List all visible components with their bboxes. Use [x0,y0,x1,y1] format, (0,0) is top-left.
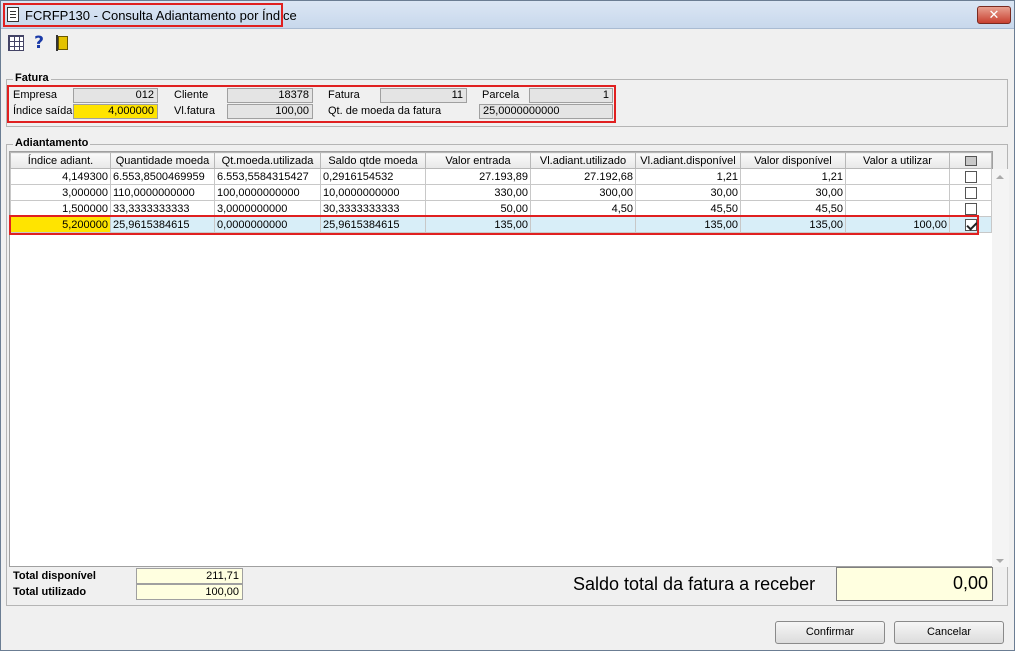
select-all-checkbox[interactable] [964,155,977,166]
table-cell[interactable]: 45,50 [740,200,846,217]
confirm-button[interactable]: Confirmar [775,621,885,644]
table-cell[interactable]: 135,00 [740,216,846,233]
vl-fatura-field[interactable]: 100,00 [227,104,313,119]
exit-door-icon[interactable] [56,35,72,51]
col-header[interactable]: Vl.adiant.utilizado [530,152,636,169]
empresa-label: Empresa [13,89,58,101]
fatura-group-label: Fatura [13,72,51,84]
col-header[interactable]: Valor entrada [425,152,531,169]
table-cell[interactable]: 30,00 [740,184,846,201]
table-cell[interactable]: 10,0000000000 [320,184,426,201]
table-cell[interactable]: 3,000000 [10,184,111,201]
table-cell[interactable]: 135,00 [425,216,531,233]
row-checkbox[interactable] [964,186,977,199]
table-cell[interactable]: 3,0000000000 [214,200,321,217]
table-cell[interactable]: 100,00 [845,216,950,233]
qt-moeda-label: Qt. de moeda da fatura [328,105,442,117]
table-cell[interactable] [845,168,950,185]
saldo-label: Saldo total da fatura a receber [573,574,816,594]
table-cell[interactable]: 27.192,68 [530,168,636,185]
grid-icon[interactable] [8,35,24,51]
table-cell[interactable]: 300,00 [530,184,636,201]
select-all-header[interactable] [949,152,992,169]
col-header[interactable]: Qt.moeda.utilizada [214,152,321,169]
empresa-field[interactable]: 012 [73,88,158,103]
total-disponivel-label: Total disponível [13,570,96,582]
total-disponivel-field: 211,71 [136,568,243,584]
table-header-row: Índice adiant. Quantidade moeda Qt.moeda… [10,152,992,169]
table-cell[interactable]: 1,21 [635,168,741,185]
table-cell[interactable]: 4,149300 [10,168,111,185]
table-cell[interactable]: 0,2916154532 [320,168,426,185]
table-cell[interactable]: 6.553,8500469959 [110,168,215,185]
table-row[interactable]: 5,200000 25,9615384615 0,0000000000 25,9615… [10,216,992,233]
table-cell[interactable]: 30,3333333333 [320,200,426,217]
cliente-field[interactable]: 18378 [227,88,313,103]
adiantamento-group-label: Adiantamento [13,137,91,149]
table-cell[interactable] [845,184,950,201]
table-cell[interactable]: 6.553,5584315427 [214,168,321,185]
row-select-cell[interactable] [949,216,992,233]
fatura-label: Fatura [328,89,360,101]
table-cell[interactable]: 25,9615384615 [110,216,215,233]
saldo-field: 0,00 [836,567,993,601]
table-cell[interactable]: 110,0000000000 [110,184,215,201]
row-select-cell[interactable] [949,184,992,201]
fatura-group: Fatura [6,72,1008,127]
table-cell[interactable] [530,216,636,233]
table-cell[interactable]: 100,0000000000 [214,184,321,201]
vl-fatura-label: Vl.fatura [174,105,215,117]
col-header[interactable]: Vl.adiant.disponível [635,152,741,169]
close-button[interactable]: ✕ [977,6,1011,24]
cliente-label: Cliente [174,89,209,101]
table-row[interactable]: 1,500000 33,3333333333 3,0000000000 30,3333… [10,200,992,217]
table-cell[interactable]: 4,50 [530,200,636,217]
table-cell[interactable]: 27.193,89 [425,168,531,185]
row-checkbox[interactable] [964,218,977,231]
total-utilizado-field: 100,00 [136,584,243,600]
help-icon[interactable]: ? [31,35,47,52]
indice-saida-label: Índice saída [13,105,73,117]
title-annotation-box [3,3,283,27]
title-bar: FCRFP130 - Consulta Adiantamento por Índ… [1,1,1014,29]
main-window: FCRFP130 - Consulta Adiantamento por Índ… [0,0,1015,651]
total-utilizado-label: Total utilizado [13,586,87,598]
table-cell[interactable]: 45,50 [635,200,741,217]
table-cell[interactable]: 33,3333333333 [110,200,215,217]
table-cell[interactable]: 135,00 [635,216,741,233]
scroll-down-icon[interactable] [996,559,1004,563]
table-cell[interactable]: 1,500000 [10,200,111,217]
col-header[interactable]: Saldo qtde moeda [320,152,426,169]
table-row[interactable]: 4,149300 6.553,8500469959 6.553,5584315427… [10,168,992,185]
row-select-cell[interactable] [949,200,992,217]
table-cell[interactable]: 30,00 [635,184,741,201]
scroll-up-icon[interactable] [996,175,1004,179]
col-header[interactable]: Valor disponível [740,152,846,169]
toolbar: ? [1,29,1014,57]
qt-moeda-field[interactable]: 25,0000000000 [479,104,613,119]
parcela-label: Parcela [482,89,520,101]
col-header[interactable]: Quantidade moeda [110,152,215,169]
table-cell[interactable] [845,200,950,217]
table-cell[interactable]: 5,200000 [10,216,111,233]
table-cell[interactable]: 50,00 [425,200,531,217]
adiantamento-table: Índice adiant. Quantidade moeda Qt.moeda… [10,152,992,233]
table-row[interactable]: 3,000000 110,0000000000 100,0000000000 10,0… [10,184,992,201]
row-checkbox[interactable] [964,170,977,183]
row-select-cell[interactable] [949,168,992,185]
table-cell[interactable]: 0,0000000000 [214,216,321,233]
indice-saida-field[interactable]: 4,000000 [73,104,158,119]
parcela-field[interactable]: 1 [529,88,613,103]
col-header[interactable]: Valor a utilizar [845,152,950,169]
fatura-field[interactable]: 11 [380,88,467,103]
vertical-scrollbar[interactable] [992,169,1009,567]
col-header[interactable]: Índice adiant. [10,152,111,169]
table-cell[interactable]: 25,9615384615 [320,216,426,233]
adiantamento-table-area: Índice adiant. Quantidade moeda Qt.moeda… [9,151,1009,567]
table-cell[interactable]: 1,21 [740,168,846,185]
table-cell[interactable]: 330,00 [425,184,531,201]
row-checkbox[interactable] [964,202,977,215]
cancel-button[interactable]: Cancelar [894,621,1004,644]
